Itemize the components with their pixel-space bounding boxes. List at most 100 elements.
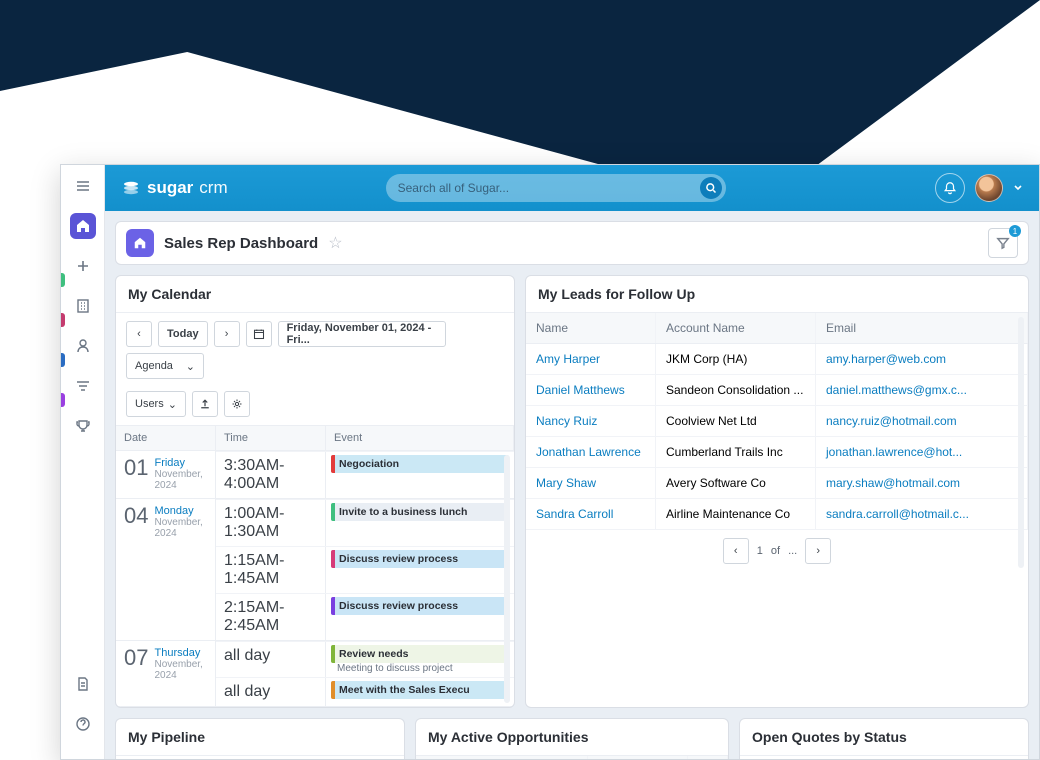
col-acc[interactable]: Acc [688, 756, 728, 759]
table-row: Nancy RuizCoolview Net Ltdnancy.ruiz@hot… [526, 406, 1028, 437]
card-title: My Leads for Follow Up [526, 276, 1028, 313]
page-header: Sales Rep Dashboard ☆ 1 [115, 221, 1029, 265]
person-icon[interactable] [70, 333, 96, 359]
col-email[interactable]: Email [816, 313, 1028, 343]
col-likely[interactable]: Likely↓ [588, 756, 688, 759]
pager: ‹ 1 of ... › [526, 530, 1028, 572]
cal-event[interactable]: Negociation [331, 455, 509, 473]
user-avatar[interactable] [975, 174, 1003, 202]
lead-email[interactable]: amy.harper@web.com [816, 344, 1028, 374]
document-icon[interactable] [70, 671, 96, 697]
add-icon[interactable] [70, 253, 96, 279]
cal-today-button[interactable]: Today [158, 321, 208, 347]
lead-name[interactable]: Amy Harper [526, 344, 656, 374]
card-opportunities: My Active Opportunities Name Likely↓ Acc… [415, 718, 729, 759]
search-go-icon[interactable] [700, 177, 722, 199]
card-title: My Calendar [116, 276, 514, 313]
scrollbar[interactable] [1018, 317, 1024, 568]
scrollbar[interactable] [504, 455, 510, 703]
lead-email[interactable]: sandra.carroll@hotmail.c... [816, 499, 1028, 529]
cal-time: all day [216, 642, 326, 677]
lead-email[interactable]: jonathan.lawrence@hot... [816, 437, 1028, 467]
cal-columns: Date Time Event [116, 426, 514, 451]
filter-button[interactable]: 1 [988, 228, 1018, 258]
cal-time: 1:15AM-1:45AM [216, 547, 326, 593]
cal-time: 1:00AM-1:30AM [216, 500, 326, 546]
lead-email[interactable]: nancy.ruiz@hotmail.com [816, 406, 1028, 436]
pager-next[interactable]: › [805, 538, 831, 564]
chevron-down-icon[interactable] [1013, 183, 1023, 193]
cal-date: 04MondayNovember, 2024 [116, 499, 216, 640]
lead-email[interactable]: daniel.matthews@gmx.c... [816, 375, 1028, 405]
cal-time: all day [216, 678, 326, 706]
cal-view-select[interactable]: Agenda⌄ [126, 353, 204, 379]
filter-lines-icon[interactable] [70, 373, 96, 399]
cal-event[interactable]: Meet with the Sales Execu [331, 681, 509, 699]
content-area: Sales Rep Dashboard ☆ 1 My Calendar ‹ To… [105, 211, 1039, 759]
cal-range-label[interactable]: Friday, November 01, 2024 - Fri... [278, 321, 446, 347]
brand-suffix: crm [199, 178, 227, 198]
calendar-toolbar: ‹ Today › Friday, November 01, 2024 - Fr… [116, 313, 514, 426]
notifications-icon[interactable] [935, 173, 965, 203]
col-name[interactable]: Name [526, 313, 656, 343]
brand-icon [121, 178, 141, 198]
col-time: Time [216, 426, 326, 450]
card-my-calendar: My Calendar ‹ Today › Friday, November 0… [115, 275, 515, 708]
cal-prev-button[interactable]: ‹ [126, 321, 152, 347]
favorite-star-icon[interactable]: ☆ [328, 233, 342, 253]
brand-name: sugar [147, 178, 193, 198]
lead-name[interactable]: Daniel Matthews [526, 375, 656, 405]
card-quotes: Open Quotes by Status Total is $423K Dra… [739, 718, 1029, 759]
pager-page: 1 [757, 545, 763, 557]
cal-event[interactable]: Review needs [331, 645, 509, 663]
cal-event[interactable]: Invite to a business lunch [331, 503, 509, 521]
pager-total: ... [788, 545, 797, 557]
table-row: Sandra CarrollAirline Maintenance Cosand… [526, 499, 1028, 530]
search-input[interactable] [398, 181, 700, 195]
topbar: sugar crm [105, 165, 1039, 211]
export-icon[interactable] [192, 391, 218, 417]
pipeline-toolbar [116, 756, 404, 759]
global-search[interactable] [386, 174, 726, 202]
opps-columns: Name Likely↓ Acc [416, 756, 728, 759]
lead-account: Sandeon Consolidation ... [656, 375, 816, 405]
pager-of: of [771, 545, 780, 557]
table-row: Jonathan LawrenceCumberland Trails Incjo… [526, 437, 1028, 468]
cal-users-select[interactable]: Users ⌄ [126, 391, 186, 417]
cal-time: 2:15AM-2:45AM [216, 594, 326, 640]
brand: sugar crm [121, 178, 228, 198]
lead-account: Cumberland Trails Inc [656, 437, 816, 467]
quotes-toolbar [740, 756, 1028, 759]
table-row: Amy HarperJKM Corp (HA)amy.harper@web.co… [526, 344, 1028, 375]
cal-event[interactable]: Discuss review process [331, 550, 509, 568]
dashboard-home-icon [126, 229, 154, 257]
cal-event[interactable]: Discuss review process [331, 597, 509, 615]
lead-account: Airline Maintenance Co [656, 499, 816, 529]
cal-day: 01FridayNovember, 20243:30AM-4:00AMNegoc… [116, 451, 514, 499]
accent [61, 313, 65, 327]
home-icon[interactable] [70, 213, 96, 239]
leads-table: Name Account Name Email Amy HarperJKM Co… [526, 313, 1028, 572]
lead-name[interactable]: Sandra Carroll [526, 499, 656, 529]
pager-prev[interactable]: ‹ [723, 538, 749, 564]
col-account[interactable]: Account Name [656, 313, 816, 343]
filter-count-badge: 1 [1009, 225, 1021, 237]
help-icon[interactable] [70, 711, 96, 737]
cal-next-button[interactable]: › [214, 321, 240, 347]
gear-icon[interactable] [224, 391, 250, 417]
col-name[interactable]: Name [416, 756, 588, 759]
cal-event-sub: Meeting to discuss project [331, 663, 509, 674]
lead-name[interactable]: Jonathan Lawrence [526, 437, 656, 467]
lead-email[interactable]: mary.shaw@hotmail.com [816, 468, 1028, 498]
table-row: Mary ShawAvery Software Comary.shaw@hotm… [526, 468, 1028, 499]
col-event: Event [326, 426, 514, 450]
lead-account: JKM Corp (HA) [656, 344, 816, 374]
cal-body: 01FridayNovember, 20243:30AM-4:00AMNegoc… [116, 451, 514, 707]
trophy-icon[interactable] [70, 413, 96, 439]
cal-day: 07ThursdayNovember, 2024all dayReview ne… [116, 641, 514, 707]
calendar-icon[interactable] [246, 321, 272, 347]
lead-name[interactable]: Mary Shaw [526, 468, 656, 498]
building-icon[interactable] [70, 293, 96, 319]
menu-icon[interactable] [70, 173, 96, 199]
lead-name[interactable]: Nancy Ruiz [526, 406, 656, 436]
